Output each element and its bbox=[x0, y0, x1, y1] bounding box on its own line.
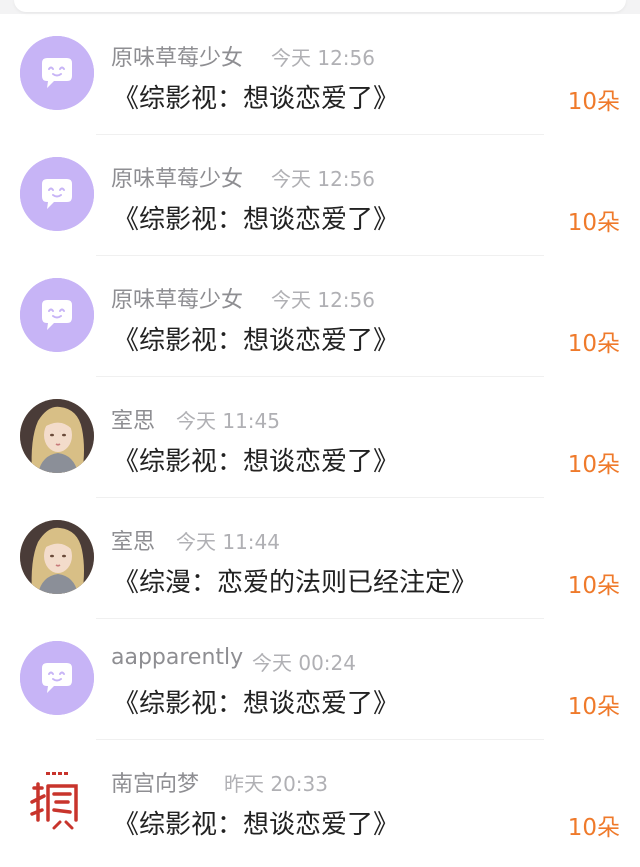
list-item[interactable]: 室思 今天 11:44 《综漫：恋爱的法则已经注定》 10朵 bbox=[0, 498, 640, 619]
sender-name[interactable]: aapparently bbox=[111, 645, 243, 670]
timestamp: 今天 11:44 bbox=[176, 530, 280, 554]
book-title[interactable]: 《综影视：想谈恋爱了》 bbox=[113, 683, 399, 720]
list-item[interactable]: 原味草莓少女 今天 12:56 《综影视：想谈恋爱了》 10朵 bbox=[0, 256, 640, 377]
portrait-avatar[interactable] bbox=[20, 399, 94, 473]
sender-name[interactable]: 原味草莓少女 bbox=[111, 40, 243, 72]
book-title[interactable]: 《综影视：想谈恋爱了》 bbox=[113, 804, 399, 841]
timestamp: 昨天 20:33 bbox=[224, 772, 328, 796]
book-title[interactable]: 《综影视：想谈恋爱了》 bbox=[113, 441, 399, 478]
sender-name[interactable]: 原味草莓少女 bbox=[111, 161, 243, 193]
default-chat-avatar-icon[interactable] bbox=[20, 36, 94, 110]
list-item[interactable]: 南宫向梦 昨天 20:33 《综影视：想谈恋爱了》 10朵 bbox=[0, 740, 640, 861]
timestamp: 今天 11:45 bbox=[176, 409, 280, 433]
flower-count: 10朵 bbox=[567, 573, 620, 599]
timestamp: 今天 12:56 bbox=[271, 46, 375, 70]
top-card-edge bbox=[14, 0, 626, 12]
list-item[interactable]: 室思 今天 11:45 《综影视：想谈恋爱了》 10朵 bbox=[0, 377, 640, 498]
flower-count: 10朵 bbox=[567, 89, 620, 115]
top-bar bbox=[0, 0, 640, 14]
flower-count: 10朵 bbox=[567, 210, 620, 236]
sender-name[interactable]: 室思 bbox=[111, 524, 155, 556]
list-item[interactable]: 原味草莓少女 今天 12:56 《综影视：想谈恋爱了》 10朵 bbox=[0, 135, 640, 256]
sender-name[interactable]: 室思 bbox=[111, 403, 155, 435]
book-title[interactable]: 《综影视：想谈恋爱了》 bbox=[113, 78, 399, 115]
sender-name[interactable]: 原味草莓少女 bbox=[111, 282, 243, 314]
default-chat-avatar-icon[interactable] bbox=[20, 157, 94, 231]
flower-count: 10朵 bbox=[567, 694, 620, 720]
flower-count: 10朵 bbox=[567, 331, 620, 357]
flower-count: 10朵 bbox=[567, 452, 620, 478]
list-item[interactable]: 原味草莓少女 今天 12:56 《综影视：想谈恋爱了》 10朵 bbox=[0, 14, 640, 135]
red-logo-avatar[interactable] bbox=[20, 762, 94, 836]
sender-name[interactable]: 南宫向梦 bbox=[111, 766, 199, 798]
timestamp: 今天 12:56 bbox=[271, 167, 375, 191]
flower-count: 10朵 bbox=[567, 815, 620, 841]
book-title[interactable]: 《综漫：恋爱的法则已经注定》 bbox=[113, 562, 477, 599]
default-chat-avatar-icon[interactable] bbox=[20, 641, 94, 715]
book-title[interactable]: 《综影视：想谈恋爱了》 bbox=[113, 320, 399, 357]
gift-list: 原味草莓少女 今天 12:56 《综影视：想谈恋爱了》 10朵 原味草莓少女 今… bbox=[0, 14, 640, 861]
default-chat-avatar-icon[interactable] bbox=[20, 278, 94, 352]
timestamp: 今天 12:56 bbox=[271, 288, 375, 312]
portrait-avatar[interactable] bbox=[20, 520, 94, 594]
book-title[interactable]: 《综影视：想谈恋爱了》 bbox=[113, 199, 399, 236]
list-item[interactable]: aapparently 今天 00:24 《综影视：想谈恋爱了》 10朵 bbox=[0, 619, 640, 740]
timestamp: 今天 00:24 bbox=[252, 651, 356, 675]
